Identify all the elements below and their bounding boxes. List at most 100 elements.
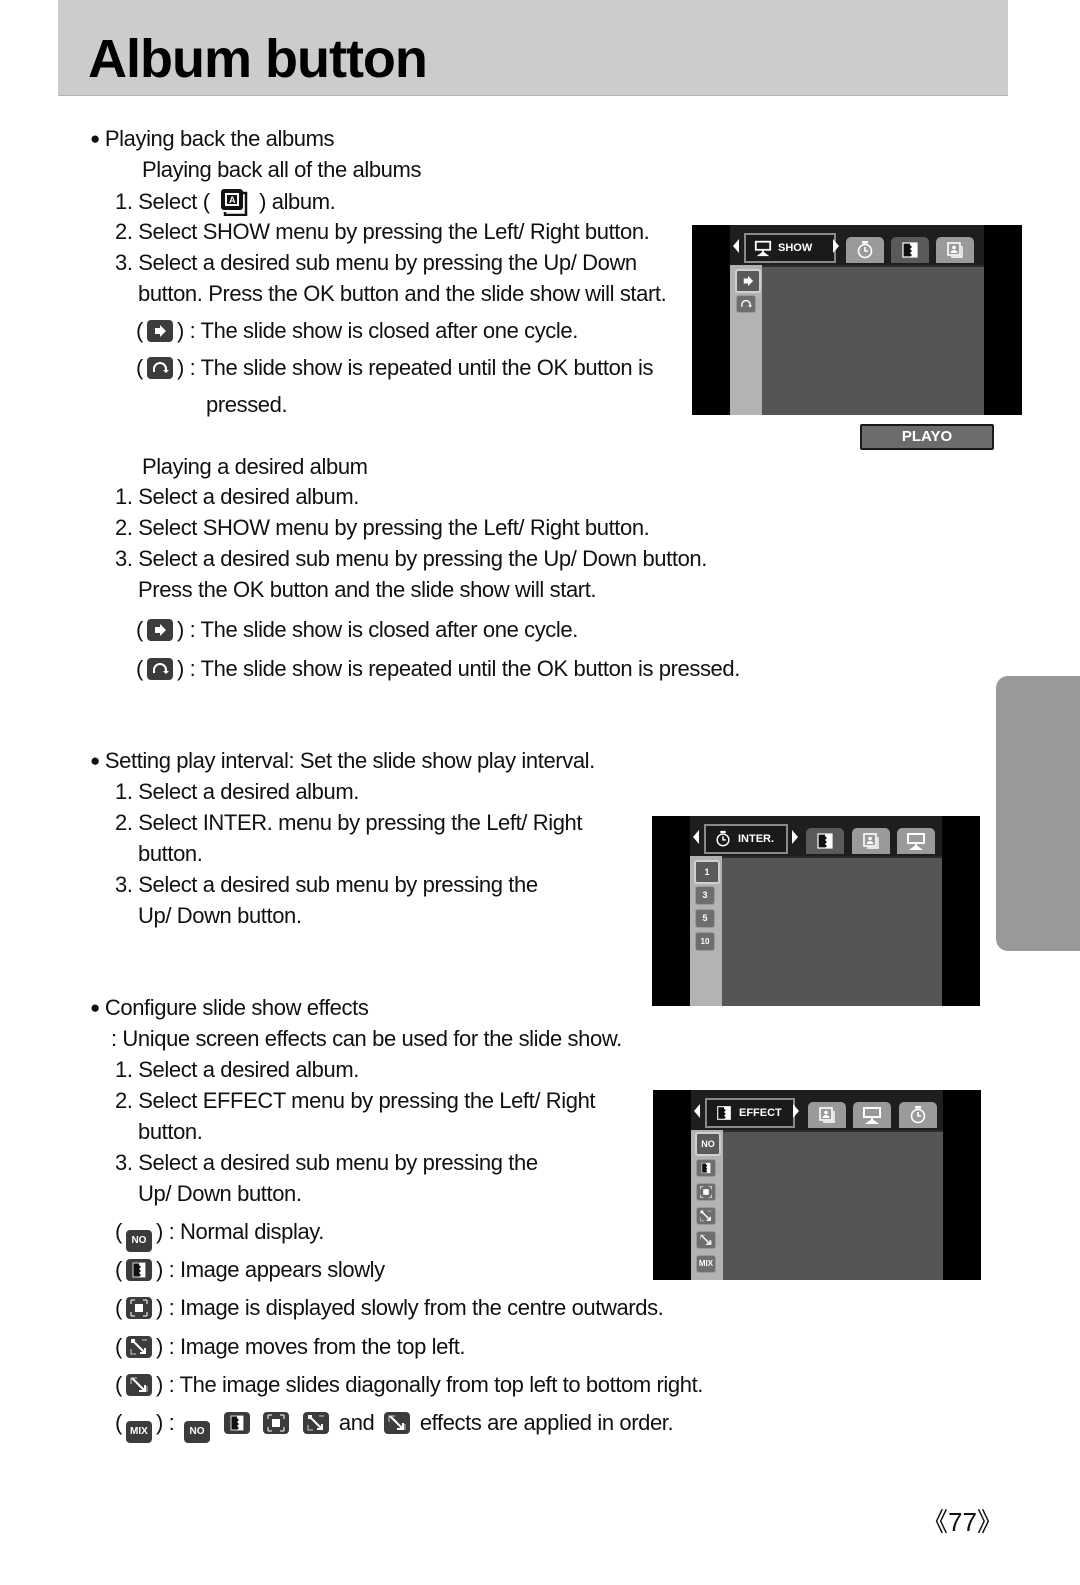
option-repeat: () : The slide show is repeated until th… (136, 656, 740, 682)
step-3-cont: Press the OK button and the slide show w… (138, 577, 597, 602)
fade-effect-icon (125, 1259, 152, 1281)
paren: ( (115, 1372, 122, 1397)
svg-text:A: A (229, 195, 236, 205)
fade-effect-icon (223, 1412, 250, 1434)
interval-option-1[interactable]: 1 (694, 860, 720, 884)
camera-screen-interval: INTER. 1 3 5 10 (652, 816, 980, 1006)
no-effect-icon: NO (125, 1230, 152, 1252)
interval-option-3[interactable]: 3 (695, 886, 715, 905)
paren: ( (136, 656, 143, 681)
effect-icon (900, 240, 920, 260)
topleft-effect-icon (125, 1336, 152, 1358)
left-arrow-icon (733, 239, 739, 253)
option-text: ) : The slide show is closed after one c… (176, 617, 578, 642)
camera-screen-show: SHOW PLAYO (692, 225, 1022, 450)
tab-effect[interactable] (891, 237, 929, 263)
step-2: 2. Select SHOW menu by pressing the Left… (115, 515, 650, 540)
effect-option-fade[interactable] (696, 1159, 716, 1177)
centre-effect-icon (263, 1412, 290, 1434)
topleft-effect-icon (697, 1208, 715, 1224)
topleft-effect-icon (303, 1412, 330, 1434)
tab-album[interactable] (852, 828, 890, 854)
effect-mix: (MIX) : NO and effects are applied in or… (115, 1410, 674, 1443)
step-3: 3. Select a desired sub menu by pressing… (115, 872, 538, 897)
tab-slideshow[interactable] (897, 828, 935, 854)
submenu-sidebar: 1 3 5 10 (690, 856, 722, 1006)
step-1: 1. Select a desired album. (115, 779, 359, 804)
tab-album[interactable] (936, 237, 974, 263)
effect-label: NO (701, 1139, 715, 1149)
paren: ( (136, 355, 143, 380)
tab-timer[interactable] (899, 1102, 937, 1128)
timer-icon (855, 240, 875, 260)
step-text: 1. Select ( (115, 189, 210, 214)
timer-icon (908, 1105, 928, 1125)
effect-text: effects are applied in order. (419, 1410, 674, 1435)
effect-option-no[interactable]: NO (695, 1132, 721, 1156)
step-2: 2. Select SHOW menu by pressing the Left… (115, 219, 650, 244)
section-heading-interval: Setting play interval: Set the slide sho… (90, 748, 595, 776)
effect-option-diagonal[interactable] (696, 1231, 716, 1249)
step-2-cont: button. (138, 1119, 203, 1144)
paren: ( (115, 1219, 122, 1244)
mix-effect-icon: MIX (125, 1421, 152, 1443)
album-icon (817, 1105, 837, 1125)
selected-tab-show[interactable]: SHOW (744, 233, 836, 263)
paren: ( (136, 318, 143, 343)
interval-option-5[interactable]: 5 (695, 909, 715, 928)
interval-label: 5 (702, 913, 708, 923)
slideshow-icon (862, 1105, 882, 1125)
menu-bar: SHOW (730, 225, 984, 265)
album-icon (861, 831, 881, 851)
effect-option-mix[interactable]: MIX (696, 1255, 716, 1273)
and-text: and (338, 1410, 375, 1435)
repeat-option[interactable] (736, 295, 756, 313)
effect-text: ) : The image slides diagonally from top… (155, 1372, 704, 1397)
tab-label: SHOW (778, 242, 813, 254)
tab-album[interactable] (808, 1102, 846, 1128)
option-text: ) : The slide show is closed after one c… (176, 318, 578, 343)
effect-fade: () : Image appears slowly (115, 1257, 385, 1283)
paren: ( (115, 1334, 122, 1359)
screen-display: SHOW PLAYO (730, 225, 994, 450)
effect-option-centre[interactable] (696, 1183, 716, 1201)
interval-label: 1 (704, 867, 710, 877)
option-text: ) : The slide show is repeated until the… (176, 355, 654, 380)
tab-effect[interactable] (806, 828, 844, 854)
screen-display: INTER. 1 3 5 10 (690, 816, 942, 1006)
tab-label: EFFECT (739, 1107, 782, 1119)
right-arrow-icon (833, 239, 839, 253)
preview-area (722, 858, 942, 1006)
preview-area: PLAYO (762, 267, 994, 450)
step-3-cont: button. Press the OK button and the slid… (138, 281, 667, 306)
timer-icon (714, 830, 732, 848)
left-arrow-icon (693, 830, 699, 844)
step-1: 1. Select a desired album. (115, 484, 359, 509)
step-3: 3. Select a desired sub menu by pressing… (115, 1150, 538, 1175)
no-effect-icon: NO (184, 1421, 211, 1443)
slideshow-icon (754, 239, 772, 257)
section-heading-playback: Playing back the albums (90, 126, 335, 154)
selected-tab-interval[interactable]: INTER. (704, 824, 788, 854)
option-play-once: ( ) : The slide show is closed after one … (136, 617, 578, 643)
centre-effect-icon (125, 1297, 152, 1319)
effect-text: ) : Image is displayed slowly from the c… (155, 1295, 664, 1320)
paren: ( (136, 617, 143, 642)
interval-option-10[interactable]: 10 (695, 932, 715, 951)
selected-tab-effect[interactable]: EFFECT (705, 1098, 795, 1128)
subheading-all-albums: Playing back all of the albums (142, 157, 422, 182)
option-play-once: ( ) : The slide show is closed after one … (136, 318, 578, 344)
menu-bar: INTER. (690, 816, 942, 856)
effect-option-topleft[interactable] (696, 1207, 716, 1225)
effect-label: MIX (698, 1259, 714, 1268)
tab-timer[interactable] (846, 237, 884, 263)
paren: ( (115, 1410, 122, 1435)
play-button[interactable]: PLAYO (860, 424, 994, 450)
effect-icon (815, 831, 835, 851)
paren: ( (115, 1257, 122, 1282)
play-once-option[interactable] (735, 269, 761, 293)
tab-slideshow[interactable] (853, 1102, 891, 1128)
section-heading-effects: Configure slide show effects (90, 995, 369, 1023)
step-3: 3. Select a desired sub menu by pressing… (115, 546, 707, 571)
interval-label: 10 (700, 937, 710, 946)
